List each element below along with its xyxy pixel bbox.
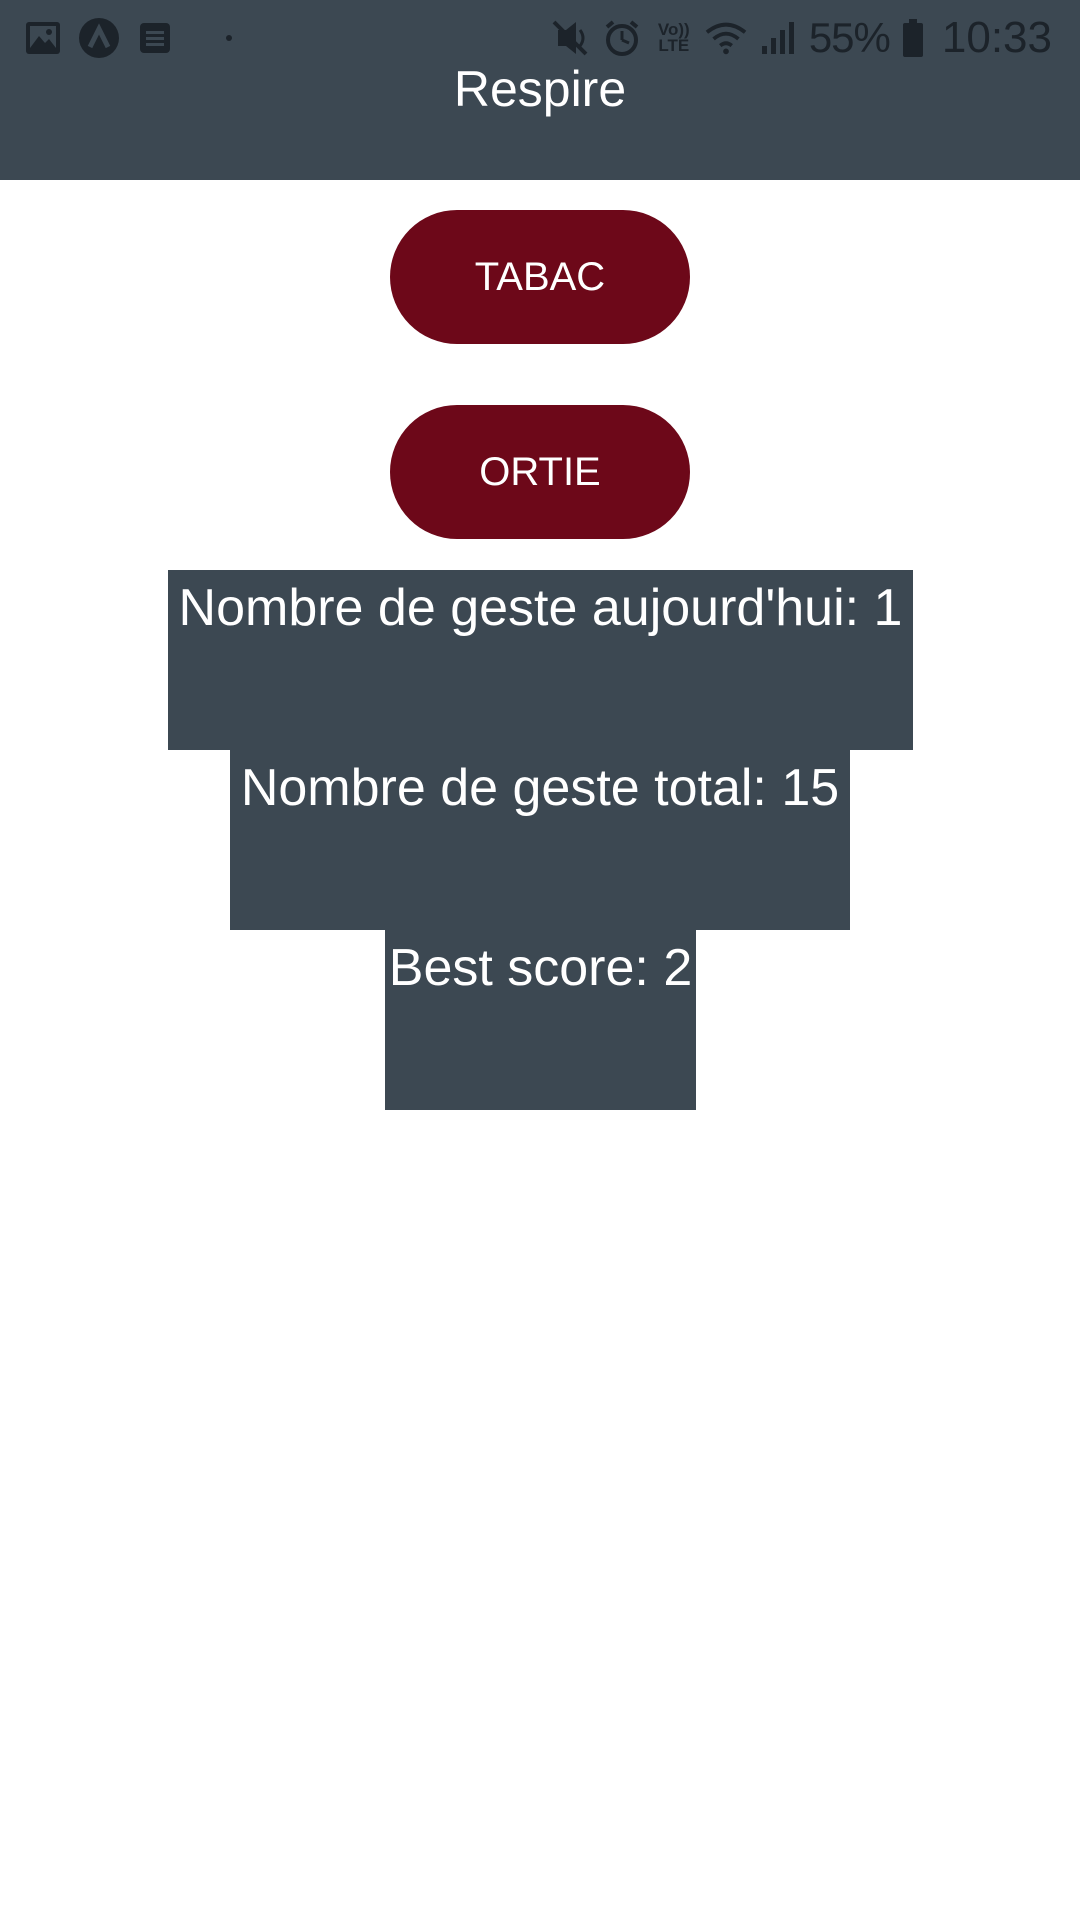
signal-icon xyxy=(757,17,799,59)
battery-percent: 55% xyxy=(808,14,891,61)
gallery-icon xyxy=(22,17,64,59)
status-bar-left xyxy=(22,14,232,62)
battery-icon xyxy=(900,17,926,59)
mute-icon xyxy=(549,17,591,59)
notification-dot xyxy=(226,35,232,41)
app-logo-icon xyxy=(78,17,120,59)
page-title: Respire xyxy=(453,61,627,117)
notes-icon xyxy=(134,17,176,59)
tabac-button[interactable]: TABAC xyxy=(390,210,690,344)
status-bar-right: Vo)) LTE 55% 10:33 xyxy=(549,10,1052,66)
clock: 10:33 xyxy=(941,13,1052,62)
volte-label-bottom: LTE xyxy=(658,36,690,55)
ortie-button[interactable]: ORTIE xyxy=(390,405,690,539)
gesture-today-stat: Nombre de geste aujourd'hui: 1 xyxy=(168,570,913,750)
alarm-icon xyxy=(601,17,643,59)
app-bar: Vo)) LTE 55% 10:33 Respire xyxy=(0,0,1080,180)
wifi-icon xyxy=(705,17,747,59)
volte-icon: Vo)) LTE xyxy=(653,17,695,59)
best-score-stat: Best score: 2 xyxy=(385,930,696,1110)
gesture-total-stat: Nombre de geste total: 15 xyxy=(230,750,850,930)
